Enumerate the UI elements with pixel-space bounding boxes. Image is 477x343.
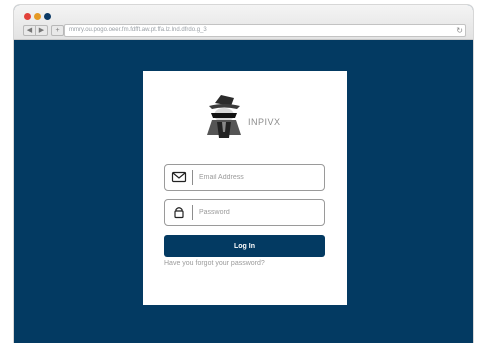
email-input[interactable] xyxy=(199,168,317,186)
password-input[interactable] xyxy=(199,203,317,221)
field-divider xyxy=(192,205,193,220)
email-field[interactable] xyxy=(164,164,325,191)
brand-name: INPIVX xyxy=(248,117,281,127)
forward-arrow-icon[interactable]: ▶ xyxy=(35,25,48,36)
field-divider xyxy=(192,170,193,185)
reload-icon[interactable]: ↻ xyxy=(456,25,463,36)
browser-toolbar: ◀ ▶ + mmry.ou.pogo.oeer.fm.fdfft.aw.pt.f… xyxy=(14,5,473,40)
password-field[interactable] xyxy=(164,199,325,226)
close-window-button[interactable] xyxy=(24,13,31,20)
spy-hat-logo-icon xyxy=(207,95,241,138)
zoom-window-button[interactable] xyxy=(44,13,51,20)
login-card: INPIVX Log In Have you forgot your passw… xyxy=(143,71,347,305)
plus-icon[interactable]: + xyxy=(51,25,64,36)
brand-logo: INPIVX xyxy=(201,91,291,143)
url-text: mmry.ou.pogo.oeer.fm.fdfft.aw.pt.ffa.lz.… xyxy=(69,27,207,33)
forgot-password-link[interactable]: Have you forgot your password? xyxy=(164,260,265,267)
address-bar[interactable]: mmry.ou.pogo.oeer.fm.fdfft.aw.pt.ffa.lz.… xyxy=(64,24,466,37)
envelope-icon xyxy=(171,171,187,183)
login-button[interactable]: Log In xyxy=(164,235,325,257)
browser-window: ◀ ▶ + mmry.ou.pogo.oeer.fm.fdfft.aw.pt.f… xyxy=(14,5,473,343)
minimize-window-button[interactable] xyxy=(34,13,41,20)
lock-icon xyxy=(174,207,184,219)
